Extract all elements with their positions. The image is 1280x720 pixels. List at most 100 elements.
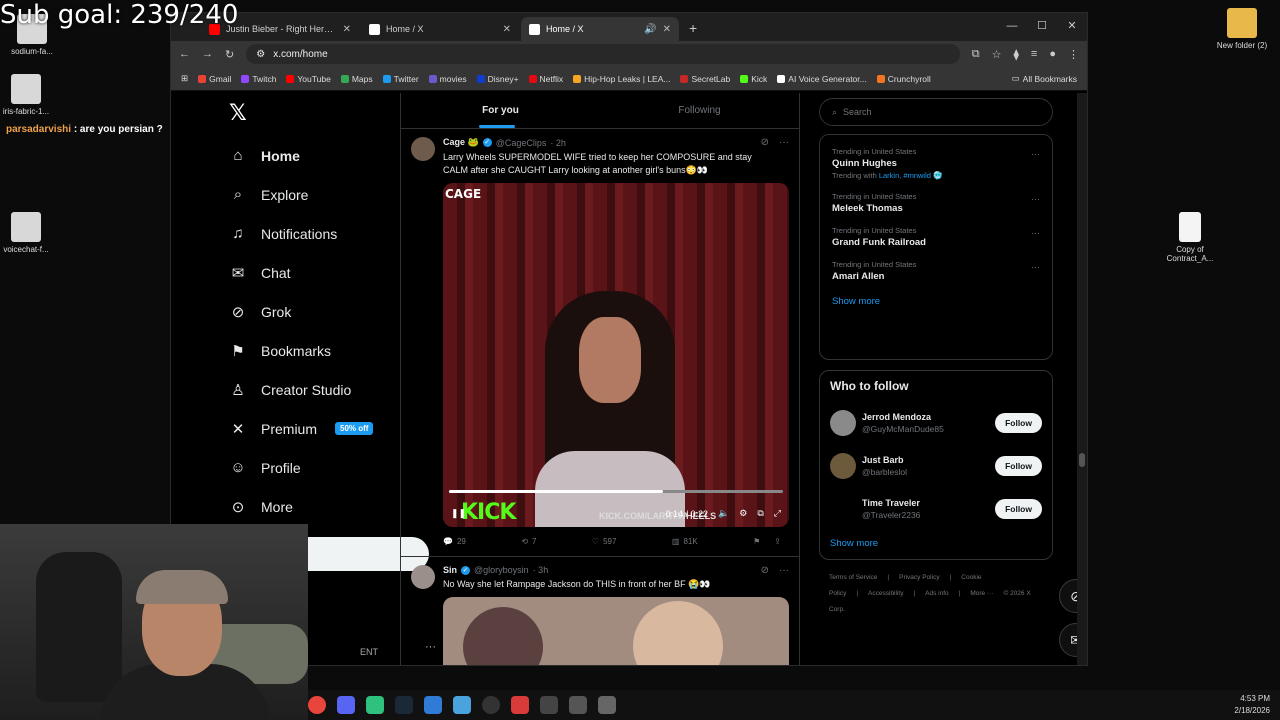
nav-item-home[interactable]: ⌂ Home bbox=[223, 136, 393, 175]
share-icon[interactable]: ⇪ bbox=[774, 537, 781, 546]
minimize-icon[interactable]: — bbox=[997, 13, 1027, 39]
follow-show-more[interactable]: Show more bbox=[830, 538, 1042, 549]
close-icon[interactable]: ✕ bbox=[663, 24, 671, 35]
bookmark-item[interactable]: Disney+ bbox=[476, 74, 519, 84]
install-app-icon[interactable]: ⧉ bbox=[972, 48, 980, 61]
footer-link[interactable]: Privacy Policy bbox=[899, 574, 939, 581]
nav-item-grok[interactable]: ⊘ Grok bbox=[223, 292, 393, 331]
tweet-time[interactable]: · 3h bbox=[533, 565, 549, 575]
close-icon[interactable]: ✕ bbox=[503, 24, 511, 35]
steam-icon[interactable] bbox=[395, 696, 413, 714]
tab-home-x-2[interactable]: Home / X 🔊 ✕ bbox=[521, 17, 679, 41]
more-icon[interactable]: ··· bbox=[1031, 228, 1040, 238]
avatar[interactable] bbox=[830, 452, 856, 479]
x-logo-icon[interactable]: 𝕏 bbox=[229, 101, 393, 126]
nav-item-chat[interactable]: ✉ Chat bbox=[223, 253, 393, 292]
settings-icon[interactable]: ⚙ bbox=[739, 508, 747, 519]
bookmark-item[interactable]: Twitch bbox=[241, 74, 276, 84]
forward-icon[interactable]: → bbox=[202, 48, 213, 60]
profile-avatar-icon[interactable]: ● bbox=[1049, 48, 1056, 60]
reload-icon[interactable]: ↻ bbox=[225, 48, 234, 61]
bookmark-item[interactable]: Gmail bbox=[198, 74, 231, 84]
usb-icon[interactable] bbox=[598, 696, 616, 714]
trend-item[interactable]: Trending in United States Grand Funk Rail… bbox=[832, 220, 1040, 254]
follow-name[interactable]: Jerrod Mendoza bbox=[862, 412, 989, 422]
notepad-icon[interactable] bbox=[453, 696, 471, 714]
tweet[interactable]: Cage 🐸 ✓ @CageClips · 2h ⊘ ··· Larry Whe… bbox=[401, 129, 799, 557]
bookmark-item[interactable]: Netflix bbox=[528, 74, 563, 84]
bookmark-item[interactable]: Crunchyroll bbox=[876, 74, 931, 84]
all-bookmarks[interactable]: ▭ All Bookmarks bbox=[1012, 73, 1077, 84]
bookmark-item[interactable]: Twitter bbox=[382, 74, 419, 84]
more-icon[interactable]: ··· bbox=[1031, 194, 1040, 204]
tweet-author-name[interactable]: Cage 🐸 bbox=[443, 137, 479, 148]
grok-icon[interactable]: ⊘ bbox=[761, 565, 769, 576]
new-tab-button[interactable]: + bbox=[681, 20, 705, 41]
avatar[interactable] bbox=[830, 409, 856, 436]
trend-item[interactable]: Trending in United States Quinn Hughes Tre… bbox=[832, 141, 1040, 186]
nav-item-creator-studio[interactable]: ♙ Creator Studio bbox=[223, 370, 393, 409]
follow-suggestion[interactable]: Jerrod Mendoza @GuyMcManDude85 Follow bbox=[830, 401, 1042, 444]
follow-button[interactable]: Follow bbox=[995, 412, 1042, 433]
tweet-video[interactable] bbox=[443, 597, 789, 665]
avatar[interactable] bbox=[411, 565, 435, 589]
site-info-icon[interactable]: ⚙ bbox=[256, 49, 265, 60]
bookmark-item[interactable]: SecretLab bbox=[680, 74, 730, 84]
pause-icon[interactable]: ❚❚ bbox=[451, 508, 466, 519]
desktop-icon-iris[interactable]: iris-fabric-1... bbox=[0, 74, 56, 116]
nav-item-bookmarks[interactable]: ⚑ Bookmarks bbox=[223, 331, 393, 370]
nav-item-notifications[interactable]: ♫ Notifications bbox=[223, 214, 393, 253]
repost-button[interactable]: ⟲ 7 bbox=[521, 537, 536, 546]
desktop-icon-contract[interactable]: Copy of Contract_A... bbox=[1160, 212, 1220, 263]
bookmark-item[interactable]: Maps bbox=[340, 74, 373, 84]
footer-link[interactable]: Ads info bbox=[925, 590, 949, 597]
tweet-author-name[interactable]: Sin bbox=[443, 565, 457, 575]
discord-icon[interactable] bbox=[337, 696, 355, 714]
nav-item-premium[interactable]: ✕ Premium 50% off bbox=[223, 409, 393, 448]
page-scrollbar[interactable] bbox=[1077, 93, 1087, 665]
more-icon[interactable]: ··· bbox=[1031, 149, 1040, 159]
star-icon[interactable]: ☆ bbox=[992, 48, 1002, 61]
follow-suggestion[interactable]: Time Traveler @Traveler2236 Follow bbox=[830, 487, 1042, 530]
nav-item-explore[interactable]: ⌕ Explore bbox=[223, 175, 393, 214]
bookmark-button[interactable]: ⚑ ⇪ bbox=[753, 537, 781, 546]
footer-link[interactable]: Terms of Service bbox=[829, 574, 877, 581]
editor-icon[interactable] bbox=[569, 696, 587, 714]
close-window-icon[interactable]: ✕ bbox=[1057, 13, 1087, 39]
tweet-handle[interactable]: @CageClips bbox=[496, 138, 547, 148]
follow-button[interactable]: Follow bbox=[995, 498, 1042, 519]
back-icon[interactable]: ← bbox=[179, 48, 190, 60]
extensions-icon[interactable]: ⧫ bbox=[1013, 48, 1018, 61]
pip-icon[interactable]: ⧉ bbox=[757, 508, 763, 519]
obs-icon[interactable] bbox=[482, 696, 500, 714]
avatar[interactable] bbox=[411, 137, 435, 161]
footer-link[interactable]: More ··· bbox=[970, 590, 993, 597]
footer-link[interactable]: Accessibility bbox=[868, 590, 903, 597]
volume-icon[interactable]: 🔈 bbox=[718, 508, 729, 519]
trend-item[interactable]: Trending in United States Meleek Thomas ··… bbox=[832, 186, 1040, 220]
tweet-handle[interactable]: @gloryboysin bbox=[474, 565, 529, 575]
maximize-icon[interactable]: ☐ bbox=[1027, 13, 1057, 39]
more-icon[interactable]: ··· bbox=[1031, 262, 1040, 272]
bookmark-item[interactable]: Kick bbox=[740, 74, 767, 84]
nav-item-more[interactable]: ⊙ More bbox=[223, 487, 393, 526]
follow-name[interactable]: Time Traveler bbox=[862, 498, 989, 508]
tab-home-x-1[interactable]: Home / X ✕ bbox=[361, 17, 519, 41]
follow-button[interactable]: Follow bbox=[995, 455, 1042, 476]
more-icon[interactable]: ··· bbox=[779, 565, 789, 576]
search-input[interactable]: ⌕ Search bbox=[819, 98, 1053, 126]
tweet[interactable]: Sin ✓ @gloryboysin · 3h ⊘ ··· No Way she… bbox=[401, 557, 799, 665]
bookmark-item[interactable]: movies bbox=[428, 74, 467, 84]
scrollbar-thumb[interactable] bbox=[1079, 453, 1085, 467]
reply-button[interactable]: 💬 29 bbox=[443, 537, 466, 546]
fullscreen-icon[interactable]: ⤢ bbox=[774, 508, 781, 519]
tab-for-you[interactable]: For you bbox=[401, 93, 600, 128]
grok-icon[interactable]: ⊘ bbox=[761, 137, 769, 148]
views-button[interactable]: ▥ 81K bbox=[672, 537, 698, 546]
video-progress-bar[interactable] bbox=[449, 490, 783, 493]
chrome-icon[interactable] bbox=[308, 696, 326, 714]
nav-item-profile[interactable]: ☺ Profile bbox=[223, 448, 393, 487]
trends-show-more[interactable]: Show more bbox=[832, 296, 1040, 307]
bookmark-item[interactable]: Hip-Hop Leaks | LEA... bbox=[573, 74, 670, 84]
close-icon[interactable]: ✕ bbox=[343, 24, 351, 35]
